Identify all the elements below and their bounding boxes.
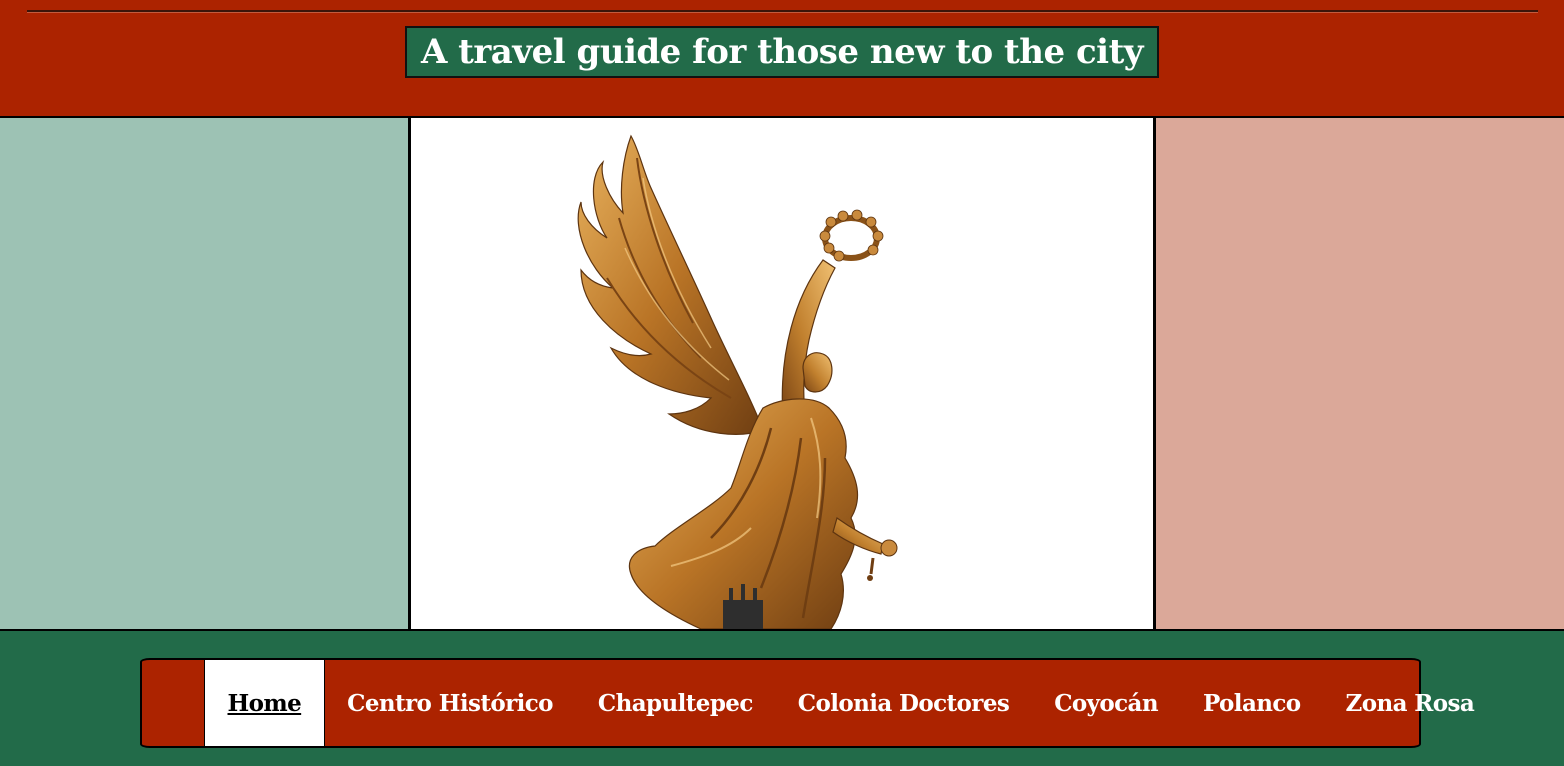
statue-head <box>802 352 833 393</box>
nav-item-zona-rosa[interactable]: Zona Rosa <box>1323 660 1497 746</box>
nav-item-coyocan[interactable]: Coyocán <box>1032 660 1181 746</box>
header-divider <box>27 10 1538 13</box>
nav-item-centro-historico[interactable]: Centro Histórico <box>325 660 576 746</box>
angel-of-independence-statue-icon <box>577 134 898 629</box>
nav-item-home[interactable]: Home <box>204 660 325 746</box>
site-header: A travel guide for those new to the city <box>0 0 1564 116</box>
nav-item-chapultepec[interactable]: Chapultepec <box>575 660 775 746</box>
main-navigation: Home Centro Histórico Chapultepec Coloni… <box>140 658 1475 748</box>
hero-banner <box>0 116 1564 631</box>
site-tagline: A travel guide for those new to the city <box>405 26 1159 78</box>
nav-item-polanco[interactable]: Polanco <box>1180 660 1323 746</box>
nav-item-colonia-doctores[interactable]: Colonia Doctores <box>775 660 1031 746</box>
statue-pedestal <box>723 584 763 629</box>
page: A travel guide for those new to the city <box>0 0 1564 766</box>
statue-raised-arm <box>781 259 836 419</box>
hero-right-panel <box>1156 118 1564 629</box>
hero-left-panel <box>0 118 408 629</box>
statue-wing <box>577 134 764 435</box>
nav-band: Home Centro Histórico Chapultepec Coloni… <box>0 631 1564 766</box>
hero-image-frame <box>408 118 1156 629</box>
